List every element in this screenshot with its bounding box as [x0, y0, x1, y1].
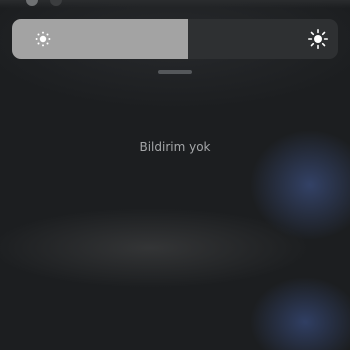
brightness-slider[interactable]: [12, 19, 338, 59]
status-icon: [50, 0, 62, 6]
notification-shade: Bildirim yok: [0, 0, 350, 350]
brightness-low-icon: [35, 31, 51, 47]
no-notifications-text: Bildirim yok: [139, 140, 211, 154]
brightness-high-icon: [308, 29, 328, 49]
shade-drag-handle[interactable]: [158, 70, 192, 74]
status-icon: [26, 0, 38, 6]
status-bar-edge: [0, 0, 350, 8]
